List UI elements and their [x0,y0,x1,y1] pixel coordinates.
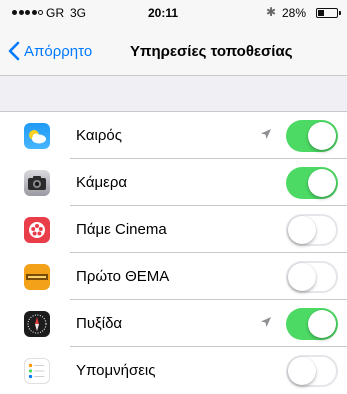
proto-thema-icon [24,264,50,290]
signal-strength-icon [12,10,43,15]
app-label: Πρώτο ΘΕΜΑ [76,268,170,285]
location-toggle[interactable] [286,167,338,199]
location-toggle[interactable] [286,214,338,246]
list-item-camera[interactable]: Κάμερα [0,159,347,206]
back-button[interactable]: Απόρρητο [6,40,92,62]
cinema-icon [24,217,50,243]
list-item-weather[interactable]: Καιρός [0,112,347,159]
location-toggle[interactable] [286,261,338,293]
list-item-proto-thema[interactable]: Πρώτο ΘΕΜΑ [0,253,347,300]
page-title: Υπηρεσίες τοποθεσίας [130,43,293,60]
compass-icon [24,311,50,337]
reminders-icon [24,358,50,384]
network-type: 3G [70,6,87,20]
battery-percent: 28% [282,6,307,20]
app-label: Υπομνήσεις [76,362,156,379]
chevron-left-icon [8,41,20,61]
battery-icon [316,8,341,18]
location-arrow-icon [261,317,271,327]
location-toggle[interactable] [286,308,338,340]
clock: 20:11 [148,6,179,20]
app-label: Πάμε Cinema [76,221,167,238]
list-item-cinema[interactable]: Πάμε Cinema [0,206,347,253]
status-bar: GR 3G 20:11 ✱ 28% [0,0,347,28]
app-label: Πυξίδα [76,315,123,332]
list-item-compass[interactable]: Πυξίδα [0,300,347,347]
bluetooth-icon: ✱ [266,5,277,19]
back-button-label: Απόρρητο [24,42,93,60]
location-toggle[interactable] [286,355,338,387]
app-location-list: Καιρός Κάμερα Πάμε Cinema Πρώτο ΘΕΜΑ Πυξ… [0,111,347,394]
carrier-name: GR [46,6,65,20]
location-toggle[interactable] [286,120,338,152]
app-label: Κάμερα [76,174,128,191]
camera-icon [24,170,50,196]
weather-icon [24,123,50,149]
list-item-reminders[interactable]: Υπομνήσεις [0,347,347,394]
navigation-bar: Απόρρητο Υπηρεσίες τοποθεσίας [0,28,347,76]
location-arrow-icon [261,129,271,139]
app-label: Καιρός [76,127,122,144]
